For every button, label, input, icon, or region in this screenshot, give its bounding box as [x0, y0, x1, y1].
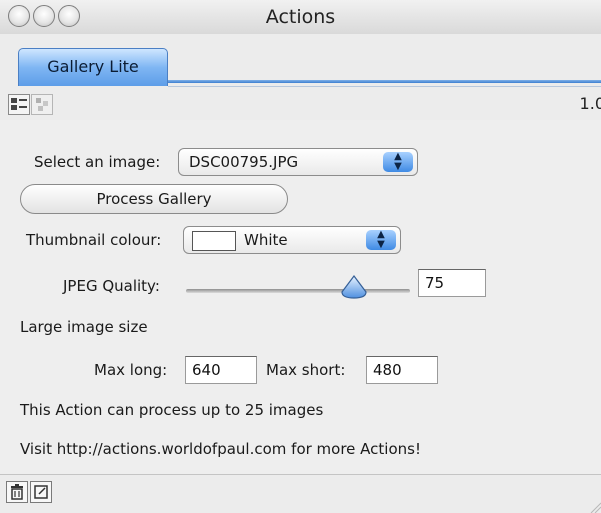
max-short-field[interactable]: 480	[366, 356, 438, 384]
tab-strip: Gallery Lite	[0, 34, 601, 87]
large-image-size-heading: Large image size	[20, 318, 148, 336]
max-long-field[interactable]: 640	[185, 356, 257, 384]
tab-gallery-lite[interactable]: Gallery Lite	[18, 48, 168, 86]
thumbnail-colour-value: White	[244, 231, 288, 249]
popup-arrows-icon: ▲ ▼	[383, 152, 413, 172]
trash-icon[interactable]	[6, 481, 28, 503]
select-image-value: DSC00795.JPG	[189, 153, 299, 171]
list-view-icon[interactable]	[8, 94, 30, 115]
jpeg-quality-field[interactable]: 75	[418, 269, 486, 297]
bottom-bar	[0, 474, 601, 513]
title-bar: Actions	[0, 0, 601, 35]
visit-text: Visit http://actions.worldofpaul.com for…	[20, 440, 421, 458]
tab-underline	[168, 80, 601, 83]
thumbnail-colour-label: Thumbnail colour:	[26, 231, 162, 249]
thumbnail-colour-popup[interactable]: White ▲ ▼	[183, 226, 401, 254]
action-panel: Select an image: DSC00795.JPG ▲ ▼ Process…	[0, 120, 601, 474]
colour-swatch	[192, 230, 236, 251]
select-image-label: Select an image:	[34, 153, 161, 171]
resize-icon[interactable]	[30, 481, 52, 503]
window-title: Actions	[265, 6, 336, 28]
select-image-popup[interactable]: DSC00795.JPG ▲ ▼	[178, 148, 418, 176]
jpeg-quality-slider-track[interactable]	[186, 289, 410, 293]
version-label: 1.0	[579, 94, 601, 113]
jpeg-quality-slider-thumb[interactable]	[338, 274, 370, 300]
jpeg-quality-label: JPEG Quality:	[63, 277, 160, 295]
max-short-label: Max short:	[266, 361, 346, 379]
max-long-label: Max long:	[94, 361, 168, 379]
process-gallery-button[interactable]: Process Gallery	[20, 184, 288, 214]
grow-box-icon[interactable]	[587, 499, 601, 513]
toolbar: 1.0	[0, 87, 601, 121]
icon-view-icon[interactable]	[31, 94, 53, 115]
info-text: This Action can process up to 25 images	[20, 401, 324, 419]
popup-arrows-icon: ▲ ▼	[366, 230, 396, 250]
